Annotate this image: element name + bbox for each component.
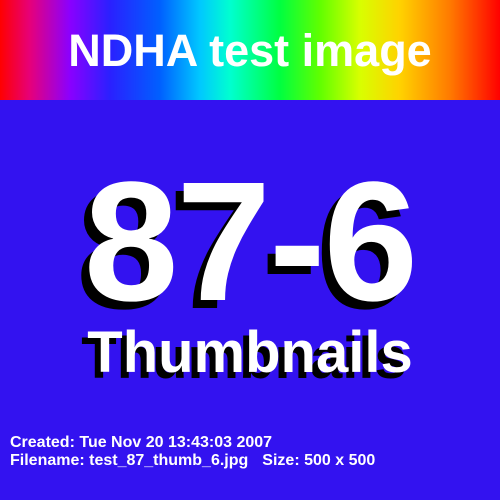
test-number: 87-6 [83,147,418,337]
filename-text: Filename: test_87_thumb_6.jpg [10,452,249,469]
created-line: Created: Tue Nov 20 13:43:03 2007 [10,434,273,451]
size-text: Size: 500 x 500 [262,452,376,469]
banner-title: NDHA test image [68,25,432,76]
filename-line: Filename: test_87_thumb_6.jpg Size: 500 x… [10,452,375,470]
subtitle: Thumbnails [87,320,413,385]
